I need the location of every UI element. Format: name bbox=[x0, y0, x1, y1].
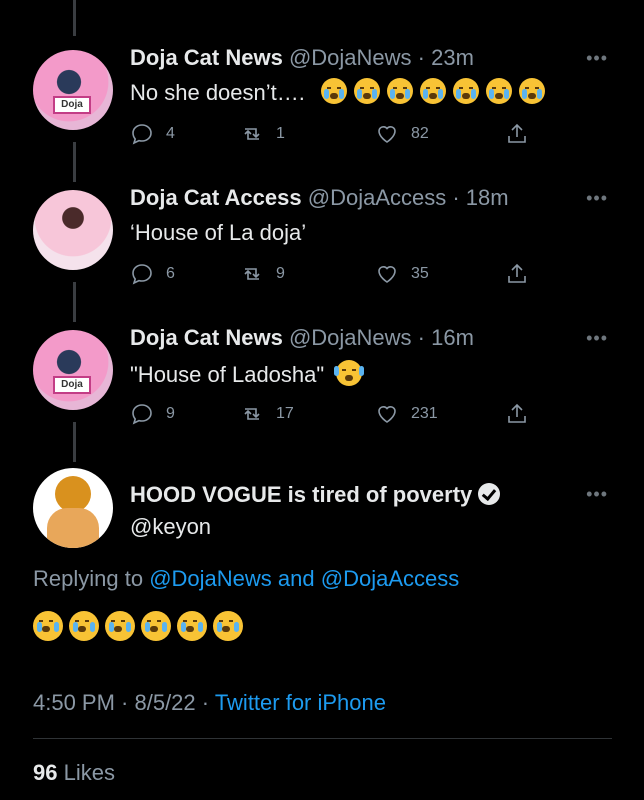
reply-button[interactable]: 4 bbox=[130, 122, 175, 146]
reply-button[interactable]: 6 bbox=[130, 262, 175, 286]
retweet-count: 9 bbox=[276, 265, 285, 282]
author-handle: @DojaAccess · 18m bbox=[307, 185, 509, 210]
reply-button[interactable]: 9 bbox=[130, 402, 175, 426]
tweet-text-content: "House of Ladosha" bbox=[130, 362, 325, 387]
doja-news-avatar[interactable]: Doja bbox=[33, 50, 113, 130]
thread-line bbox=[73, 422, 76, 462]
heart-icon bbox=[378, 406, 396, 423]
retweet-button[interactable]: 9 bbox=[240, 262, 285, 286]
tweet-text bbox=[33, 611, 249, 642]
verified-badge-icon bbox=[478, 483, 501, 505]
avatar-logo: Doja bbox=[53, 376, 91, 394]
more-icon[interactable]: ••• bbox=[586, 484, 608, 505]
thread-line bbox=[73, 0, 76, 36]
reply-icon bbox=[132, 264, 152, 285]
source-link[interactable]: Twitter for iPhone bbox=[215, 690, 386, 715]
tweet-author[interactable]: Doja Cat Access @DojaAccess · 18m bbox=[130, 185, 509, 211]
divider bbox=[33, 738, 612, 739]
heart-icon bbox=[378, 126, 396, 143]
keyon-avatar[interactable] bbox=[33, 468, 113, 548]
author-name: Doja Cat News bbox=[130, 45, 283, 70]
tweet-author[interactable]: HOOD VOGUE is tired of poverty bbox=[130, 482, 501, 508]
heart-icon bbox=[378, 266, 396, 283]
replying-to: Replying to @DojaNews and @DojaAccess bbox=[33, 566, 459, 592]
replying-prefix: Replying to bbox=[33, 566, 144, 591]
loudly-crying-emoji bbox=[453, 78, 479, 104]
retweet-icon bbox=[244, 128, 260, 140]
loudly-crying-emoji bbox=[420, 78, 446, 104]
like-count: 82 bbox=[411, 125, 429, 142]
share-icon bbox=[508, 403, 526, 423]
mention-link[interactable]: @DojaAccess bbox=[321, 566, 460, 591]
thread-line bbox=[73, 282, 76, 322]
loudly-crying-emoji bbox=[69, 611, 99, 641]
loudly-crying-emoji bbox=[141, 611, 171, 641]
mention-link[interactable]: @DojaNews bbox=[149, 566, 272, 591]
reply-icon bbox=[132, 404, 152, 425]
author-name: Doja Cat News bbox=[130, 325, 283, 350]
retweet-icon bbox=[244, 408, 260, 420]
reply-count: 6 bbox=[166, 265, 175, 282]
share-button[interactable] bbox=[505, 122, 541, 146]
like-count: 231 bbox=[411, 405, 438, 422]
author-handle[interactable]: @keyon bbox=[130, 514, 211, 540]
tweet-text: "House of Ladosha" bbox=[130, 360, 369, 388]
retweet-button[interactable]: 17 bbox=[240, 402, 294, 426]
tweet-author[interactable]: Doja Cat News @DojaNews · 16m bbox=[130, 325, 474, 351]
avatar-logo: Doja bbox=[53, 96, 91, 114]
author-handle: @DojaNews · 23m bbox=[288, 45, 474, 70]
loudly-crying-emoji bbox=[486, 78, 512, 104]
author-handle: @DojaNews · 16m bbox=[288, 325, 474, 350]
loudly-crying-emoji bbox=[177, 611, 207, 641]
loudly-crying-emoji bbox=[519, 78, 545, 104]
tweet-text: ‘House of La doja’ bbox=[130, 220, 307, 245]
likes-count: 96 bbox=[33, 760, 58, 785]
tweet-actions: 9 17 231 bbox=[130, 402, 530, 428]
likes-label: Likes bbox=[63, 760, 115, 785]
share-icon bbox=[508, 263, 526, 283]
share-button[interactable] bbox=[505, 402, 541, 426]
avatar-illustration-head bbox=[55, 476, 91, 512]
tweet-timestamp: 4:50 PM · 8/5/22 · Twitter for iPhone bbox=[33, 690, 386, 716]
tweet-author[interactable]: Doja Cat News @DojaNews · 23m bbox=[130, 45, 474, 71]
loudly-crying-emoji bbox=[105, 611, 135, 641]
retweet-count: 17 bbox=[276, 405, 294, 422]
laughing-tears-emoji bbox=[334, 360, 365, 386]
retweet-button[interactable]: 1 bbox=[240, 122, 285, 146]
loudly-crying-emoji bbox=[321, 78, 347, 104]
timestamp[interactable]: 4:50 PM · 8/5/22 · bbox=[33, 690, 209, 715]
tweet-text-content: No she doesn’t…. bbox=[130, 80, 305, 105]
more-icon[interactable]: ••• bbox=[586, 48, 608, 69]
doja-access-avatar[interactable] bbox=[33, 190, 113, 270]
reply-count: 4 bbox=[166, 125, 175, 142]
reply-count: 9 bbox=[166, 405, 175, 422]
tweet-actions: 6 9 35 bbox=[130, 262, 530, 288]
tweet-actions: 4 1 82 bbox=[130, 122, 530, 148]
doja-news-avatar[interactable]: Doja bbox=[33, 330, 113, 410]
like-button[interactable]: 35 bbox=[375, 262, 429, 286]
more-icon[interactable]: ••• bbox=[586, 328, 608, 349]
loudly-crying-emoji bbox=[213, 611, 243, 641]
author-name: Doja Cat Access bbox=[130, 185, 302, 210]
retweet-count: 1 bbox=[276, 125, 285, 142]
mention-link[interactable]: and bbox=[278, 566, 315, 591]
thread-line bbox=[73, 142, 76, 182]
share-icon bbox=[508, 123, 526, 143]
likes-summary[interactable]: 96 Likes bbox=[33, 760, 115, 786]
like-count: 35 bbox=[411, 265, 429, 282]
like-button[interactable]: 231 bbox=[375, 402, 438, 426]
reply-icon bbox=[132, 124, 152, 145]
share-button[interactable] bbox=[505, 262, 541, 286]
loudly-crying-emoji bbox=[387, 78, 413, 104]
tweet-text: No she doesn’t…. bbox=[130, 78, 552, 106]
loudly-crying-emoji bbox=[33, 611, 63, 641]
avatar-illustration-body bbox=[47, 508, 99, 548]
more-icon[interactable]: ••• bbox=[586, 188, 608, 209]
like-button[interactable]: 82 bbox=[375, 122, 429, 146]
retweet-icon bbox=[244, 268, 260, 280]
loudly-crying-emoji bbox=[354, 78, 380, 104]
author-name: HOOD VOGUE is tired of poverty bbox=[130, 482, 473, 507]
